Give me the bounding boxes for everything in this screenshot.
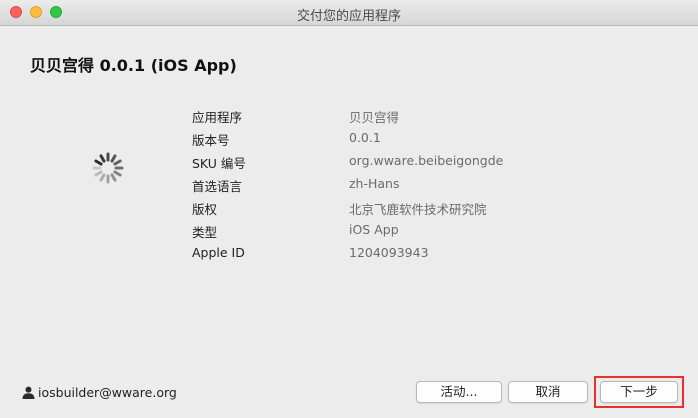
info-value-copyright: 北京飞鹿软件技术研究院	[349, 202, 487, 217]
app-window: 交付您的应用程序 贝贝宫得 0.0.1 (iOS App) 应用程序 贝贝宫得 …	[0, 0, 698, 418]
info-label-type: 类型	[192, 225, 218, 240]
info-value-language: zh-Hans	[349, 176, 400, 191]
info-value-apple-id: 1204093943	[349, 245, 429, 260]
app-title: 贝贝宫得 0.0.1 (iOS App)	[30, 56, 237, 75]
info-value-sku: org.wware.beibeigongde	[349, 153, 504, 168]
info-label-language: 首选语言	[192, 179, 243, 194]
loading-spinner-icon	[92, 152, 124, 184]
title-bar[interactable]: 交付您的应用程序	[0, 0, 698, 26]
account-email: iosbuilder@wware.org	[38, 385, 177, 400]
cancel-button[interactable]: 取消	[508, 381, 588, 403]
account-label: iosbuilder@wware.org	[22, 385, 177, 400]
info-label-version: 版本号	[192, 133, 230, 148]
next-button-highlight	[594, 376, 684, 408]
activity-button[interactable]: 活动...	[416, 381, 502, 403]
info-label-copyright: 版权	[192, 202, 218, 217]
info-value-version: 0.0.1	[349, 130, 381, 145]
window-title: 交付您的应用程序	[296, 9, 401, 24]
info-value-app: 贝贝宫得	[349, 110, 400, 125]
info-label-apple-id: Apple ID	[192, 245, 245, 260]
info-label-app: 应用程序	[192, 110, 243, 125]
person-icon	[22, 386, 35, 399]
info-value-type: iOS App	[349, 222, 399, 237]
info-label-sku: SKU 编号	[192, 156, 246, 171]
